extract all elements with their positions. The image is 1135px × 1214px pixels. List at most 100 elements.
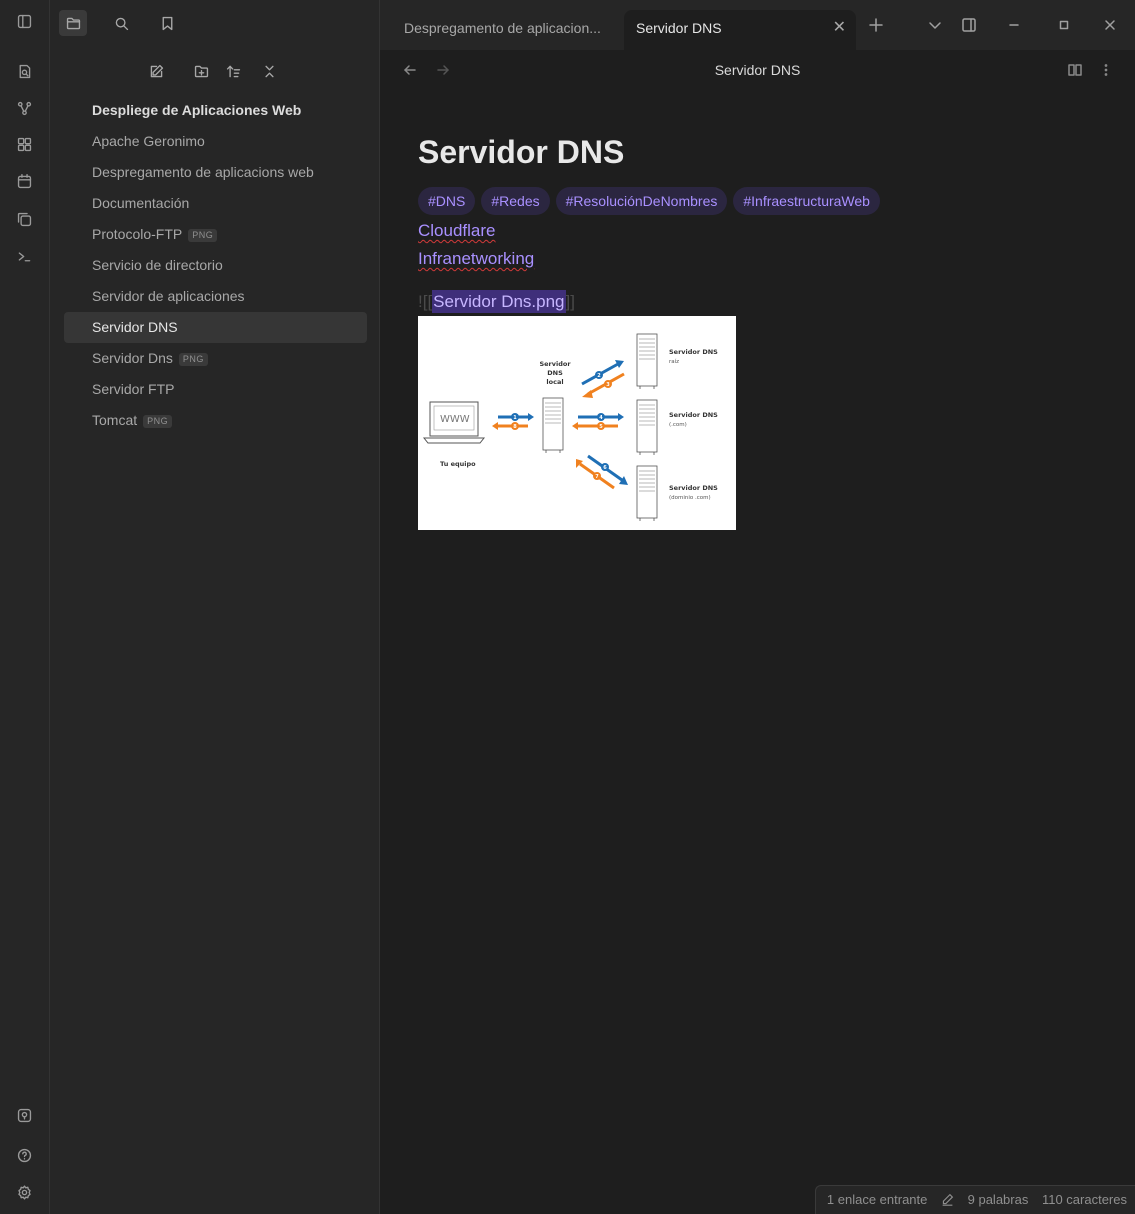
tab-list-chevron-down-icon[interactable] bbox=[924, 14, 946, 36]
note-title[interactable]: Servidor DNS bbox=[418, 130, 1098, 174]
canvas-icon[interactable] bbox=[14, 134, 34, 154]
tag-redes[interactable]: #Redes bbox=[481, 187, 550, 215]
sort-order-icon[interactable] bbox=[223, 61, 243, 81]
file-type-badge: PNG bbox=[143, 414, 173, 428]
close-window-icon[interactable] bbox=[1099, 14, 1121, 36]
com-server-label-2: (.com) bbox=[669, 422, 687, 428]
file-item-label: Protocolo-FTP bbox=[92, 226, 183, 242]
vault-root-folder[interactable]: Despliege de Aplicaciones Web bbox=[64, 96, 367, 126]
tag-resolucion-de-nombres[interactable]: #ResoluciónDeNombres bbox=[555, 187, 728, 215]
sidebar-toggle-icon[interactable] bbox=[14, 11, 34, 31]
tag-list: #DNS #Redes #ResoluciónDeNombres #Infrae… bbox=[418, 187, 1098, 215]
view-header-title[interactable]: Servidor DNS bbox=[380, 62, 1135, 78]
file-item[interactable]: Tomcat PNG bbox=[64, 405, 367, 436]
step-4: 4 bbox=[599, 415, 603, 421]
domain-server-label-1: Servidor DNS bbox=[669, 484, 718, 492]
file-item[interactable]: Apache Geronimo bbox=[64, 126, 367, 157]
new-folder-icon[interactable] bbox=[191, 61, 211, 81]
file-item-label: Apache Geronimo bbox=[92, 133, 205, 149]
file-type-badge: PNG bbox=[178, 352, 208, 366]
vault-switcher-icon[interactable] bbox=[14, 1105, 34, 1125]
reading-view-book-icon[interactable] bbox=[1065, 60, 1085, 80]
embed-filename[interactable]: Servidor Dns.png bbox=[432, 290, 566, 313]
collapse-all-icon[interactable] bbox=[259, 61, 279, 81]
step-2: 2 bbox=[597, 373, 601, 379]
file-item[interactable]: Servidor FTP bbox=[64, 374, 367, 405]
step-5: 5 bbox=[599, 424, 603, 430]
step-7: 7 bbox=[595, 474, 599, 480]
view-header: Servidor DNS bbox=[380, 50, 1135, 90]
root-server-label-1: Servidor DNS bbox=[669, 348, 718, 356]
open-quick-switcher-icon[interactable] bbox=[14, 61, 34, 81]
maximize-window-icon[interactable] bbox=[1053, 14, 1075, 36]
file-type-badge: PNG bbox=[188, 228, 218, 242]
domain-dns-server-icon bbox=[636, 465, 658, 522]
file-item[interactable]: Servidor de aplicaciones bbox=[64, 281, 367, 312]
www-label: WWW bbox=[440, 414, 470, 425]
tag-dns[interactable]: #DNS bbox=[418, 187, 476, 215]
file-list: Apache Geronimo Despregamento de aplicaci… bbox=[64, 126, 367, 436]
file-explorer-sidebar: Despliege de Aplicaciones Web Apache Ger… bbox=[50, 0, 380, 1214]
file-item[interactable]: Protocolo-FTP PNG bbox=[64, 219, 367, 250]
terminal-icon[interactable] bbox=[14, 246, 34, 266]
word-count: 9 palabras bbox=[967, 1192, 1029, 1207]
computer-label: Tu equipo bbox=[440, 460, 476, 468]
root-server-label-2: raíz bbox=[669, 358, 679, 365]
character-count: 110 caracteres bbox=[1041, 1192, 1127, 1207]
step-8: 8 bbox=[513, 424, 517, 430]
step-3: 3 bbox=[606, 382, 610, 388]
local-server-label-3: local bbox=[546, 378, 563, 386]
settings-gear-icon[interactable] bbox=[14, 1182, 34, 1202]
graph-view-icon[interactable] bbox=[14, 98, 34, 118]
com-server-label-1: Servidor DNS bbox=[669, 411, 718, 419]
help-icon[interactable] bbox=[14, 1145, 34, 1165]
new-tab-plus-icon[interactable] bbox=[865, 14, 887, 36]
file-item-label: Servidor de aplicaciones bbox=[92, 288, 245, 304]
file-item-label: Servicio de directorio bbox=[92, 257, 223, 273]
tab-servidor-dns[interactable]: Servidor DNS ✕ bbox=[624, 10, 856, 50]
tag-infraestructura-web[interactable]: #InfraestructuraWeb bbox=[733, 187, 880, 215]
bookmarks-icon[interactable] bbox=[153, 10, 181, 36]
file-item[interactable]: Servicio de directorio bbox=[64, 250, 367, 281]
backlinks-count[interactable]: 1 enlace entrante bbox=[827, 1192, 927, 1207]
local-server-label-2: DNS bbox=[547, 369, 563, 377]
search-icon[interactable] bbox=[107, 10, 135, 36]
tab-despregamento[interactable]: Despregamento de aplicacion... bbox=[392, 10, 626, 50]
files-folder-icon[interactable] bbox=[59, 10, 87, 36]
file-item-label: Servidor Dns bbox=[92, 350, 173, 366]
close-tab-icon[interactable]: ✕ bbox=[833, 10, 846, 46]
link-infranetworking[interactable]: Infranetworking bbox=[418, 245, 534, 273]
embed-close-bracket: ]] bbox=[565, 292, 575, 311]
note-editor[interactable]: Servidor DNS #DNS #Redes #ResoluciónDeNo… bbox=[418, 130, 1098, 530]
file-item[interactable]: Servidor Dns PNG bbox=[64, 343, 367, 374]
step-6: 6 bbox=[603, 465, 607, 471]
more-options-icon[interactable] bbox=[1096, 60, 1116, 80]
file-item-label: Tomcat bbox=[92, 412, 138, 428]
root-dns-server-icon bbox=[636, 333, 658, 390]
file-item[interactable]: Despregamento de aplicacions web bbox=[64, 157, 367, 188]
com-dns-server-icon bbox=[636, 399, 658, 456]
file-tree: Despliege de Aplicaciones Web Apache Ger… bbox=[64, 96, 367, 436]
local-dns-server-icon bbox=[542, 397, 564, 454]
toggle-right-sidebar-icon[interactable] bbox=[958, 14, 980, 36]
daily-note-calendar-icon[interactable] bbox=[14, 171, 34, 191]
new-note-icon[interactable] bbox=[146, 61, 166, 81]
status-bar: 1 enlace entrante 9 palabras 110 caracte… bbox=[814, 1185, 1135, 1214]
tab-bar: Despregamento de aplicacion... Servidor … bbox=[380, 0, 1135, 50]
domain-server-label-2: (dominio .com) bbox=[669, 495, 711, 501]
image-embed-syntax[interactable]: ![[Servidor Dns.png]] bbox=[418, 289, 1098, 315]
file-item[interactable]: Documentación bbox=[64, 188, 367, 219]
tab-label: Despregamento de aplicacion... bbox=[404, 20, 601, 36]
tab-label: Servidor DNS bbox=[636, 20, 722, 36]
minimize-window-icon[interactable] bbox=[1003, 14, 1025, 36]
file-item-label: Despregamento de aplicacions web bbox=[92, 164, 314, 180]
local-server-label-1: Servidor bbox=[539, 360, 571, 368]
embedded-dns-diagram-image[interactable]: WWW Servidor DNS local Servidor DNS Serv… bbox=[418, 316, 736, 530]
templates-copy-icon[interactable] bbox=[14, 209, 34, 229]
link-cloudflare[interactable]: Cloudflare bbox=[418, 217, 496, 245]
pencil-icon[interactable] bbox=[941, 1192, 958, 1207]
file-item[interactable]: Servidor DNS bbox=[64, 312, 367, 343]
embed-open-bracket: ![[ bbox=[418, 292, 433, 311]
file-item-label: Servidor DNS bbox=[92, 319, 178, 335]
step-1: 1 bbox=[513, 415, 517, 421]
